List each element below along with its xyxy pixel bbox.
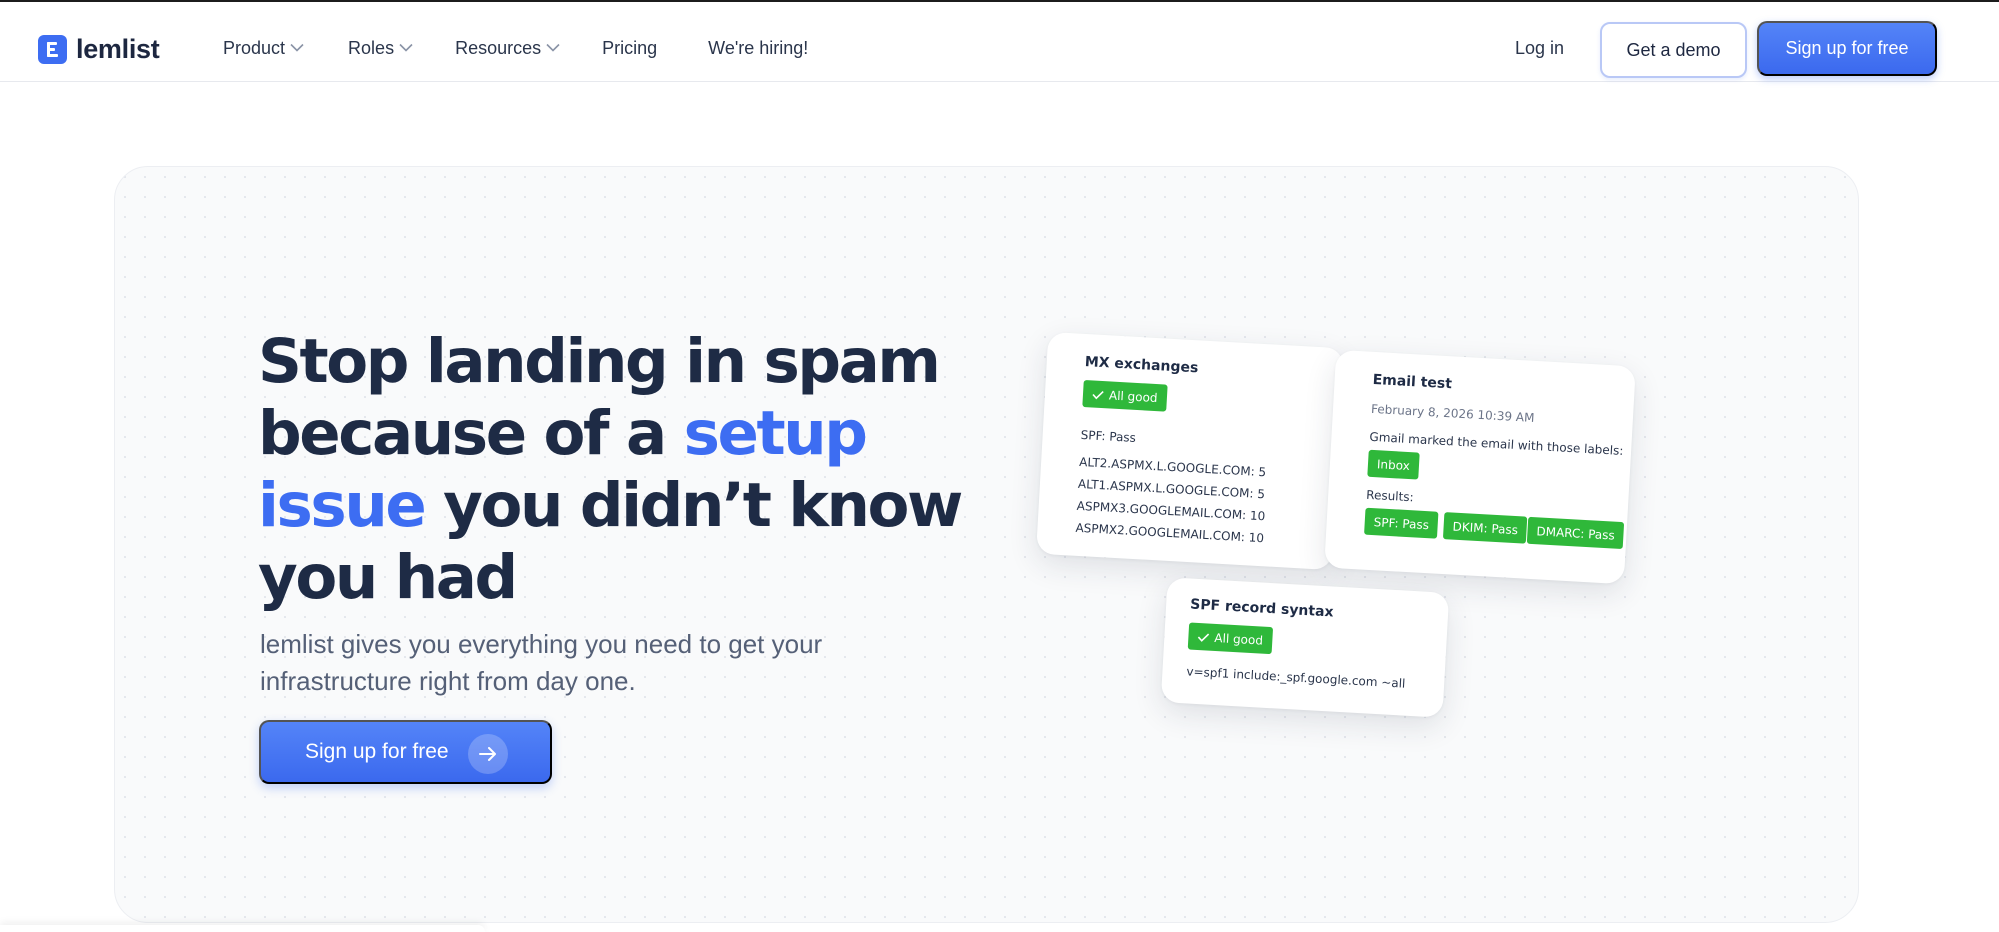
email-test-card: Email test February 8, 2026 10:39 AM Gma… xyxy=(1324,349,1636,585)
badge-label: Inbox xyxy=(1376,456,1411,473)
badge-label: DMARC: Pass xyxy=(1536,523,1616,543)
status-badge: All good xyxy=(1187,622,1273,655)
hero-headline: Stop landing in spam because of a setup … xyxy=(258,326,978,614)
nav-item-roles[interactable]: Roles xyxy=(348,38,413,59)
spf-record-value: v=spf1 include:_spf.google.com ~all xyxy=(1186,664,1406,691)
results-label: Results: xyxy=(1365,487,1414,505)
mx-line: ALT1.ASPMX.L.GOOGLE.COM: 5 xyxy=(1077,476,1266,502)
login-link[interactable]: Log in xyxy=(1515,38,1564,59)
main-menu: Product Roles Resources Pricing We're hi… xyxy=(223,38,808,59)
chevron-down-icon xyxy=(290,43,304,52)
signup-button-hero[interactable]: Sign up for free xyxy=(259,720,552,784)
card-title: Email test xyxy=(1372,371,1453,393)
email-test-date: February 8, 2026 10:39 AM xyxy=(1370,401,1535,425)
mx-line: ALT2.ASPMX.L.GOOGLE.COM: 5 xyxy=(1078,454,1267,480)
nav-item-label: Product xyxy=(223,38,286,58)
chevron-down-icon xyxy=(546,43,560,52)
cta-label: Sign up for free xyxy=(305,740,449,763)
inbox-badge: Inbox xyxy=(1367,449,1420,480)
badge-label: All good xyxy=(1108,387,1158,405)
nav-item-label: Resources xyxy=(455,38,542,58)
nav-item-resources[interactable]: Resources xyxy=(455,38,560,59)
hero-subheadline: lemlist gives you everything you need to… xyxy=(260,629,823,696)
arrow-right-icon xyxy=(468,734,508,774)
result-badge: DKIM: Pass xyxy=(1442,512,1528,544)
mx-line: SPF: Pass xyxy=(1080,427,1137,445)
card-title: MX exchanges xyxy=(1084,354,1199,377)
nav-item-hiring[interactable]: We're hiring! xyxy=(708,38,808,59)
mx-exchanges-card: MX exchanges All good SPF: Pass ALT2.ASP… xyxy=(1036,331,1344,571)
mx-line: ASPMX3.GOOGLEMAIL.COM: 10 xyxy=(1076,498,1266,524)
logo-text: lemlist xyxy=(76,34,160,64)
result-badge: DMARC: Pass xyxy=(1526,516,1625,550)
badge-label: SPF: Pass xyxy=(1373,514,1430,532)
badge-label: DKIM: Pass xyxy=(1452,519,1519,537)
card-title: SPF record syntax xyxy=(1189,596,1334,621)
signup-button-nav[interactable]: Sign up for free xyxy=(1757,21,1937,76)
badge-label: All good xyxy=(1214,630,1264,648)
top-navigation: lemlist Product Roles Resources Pricing … xyxy=(0,2,1999,82)
lemlist-logo-icon xyxy=(38,35,67,64)
nav-item-label: Pricing xyxy=(602,38,658,58)
mx-line: ASPMX2.GOOGLEMAIL.COM: 10 xyxy=(1075,520,1265,546)
cookie-banner-edge xyxy=(0,925,485,932)
nav-item-label: We're hiring! xyxy=(708,38,809,58)
chevron-down-icon xyxy=(399,43,413,52)
nav-item-product[interactable]: Product xyxy=(223,38,304,59)
nav-item-pricing[interactable]: Pricing xyxy=(602,38,657,59)
lemlist-logo[interactable]: lemlist xyxy=(38,34,160,65)
nav-item-label: Roles xyxy=(348,38,395,58)
check-icon xyxy=(1092,390,1104,399)
get-demo-button[interactable]: Get a demo xyxy=(1600,22,1747,78)
status-badge: All good xyxy=(1082,379,1168,412)
result-badge: SPF: Pass xyxy=(1364,507,1439,539)
check-icon xyxy=(1197,633,1210,642)
spf-record-card: SPF record syntax All good v=spf1 includ… xyxy=(1160,577,1450,718)
